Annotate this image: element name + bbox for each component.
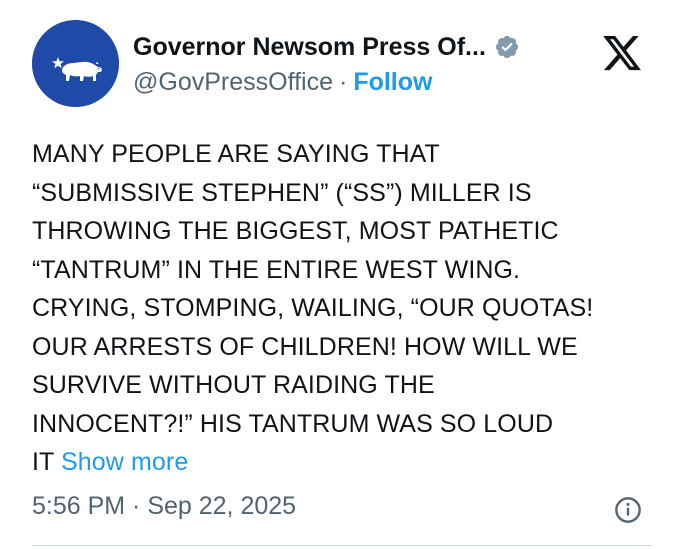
tweet-embed-card: Governor Newsom Press Of... @GovPressOff… (0, 0, 684, 549)
x-logo-icon[interactable] (600, 32, 644, 74)
california-bear-flag-icon (32, 20, 119, 107)
tweet-text-line: SURVIVE WITHOUT RAIDING THE (32, 371, 435, 399)
tweet-text-line: IT (32, 448, 54, 476)
tweet-text-line: MANY PEOPLE ARE SAYING THAT (32, 140, 440, 168)
divider (32, 545, 652, 546)
tweet-text-line: INNOCENT?!” HIS TANTRUM WAS SO LOUD (32, 409, 554, 438)
handle[interactable]: @GovPressOffice (133, 68, 333, 97)
tweet-timestamp[interactable]: 5:56 PM · Sep 22, 2025 (32, 492, 296, 521)
verified-badge-icon (495, 35, 519, 59)
handle-row: @GovPressOffice · Follow (133, 68, 520, 97)
tweet-text-line: “SUBMISSIVE STEPHEN” (“SS”) MILLER IS (32, 178, 532, 207)
separator-dot: · (338, 68, 348, 96)
tweet-text: MANY PEOPLE ARE SAYING THAT “SUBMISSIVE … (32, 135, 657, 482)
display-name-row: Governor Newsom Press Of... (133, 30, 520, 64)
tweet-text-line: OUR ARRESTS OF CHILDREN! HOW WILL WE (32, 332, 578, 361)
display-name[interactable]: Governor Newsom Press Of... (133, 33, 486, 62)
follow-button[interactable]: Follow (353, 68, 432, 97)
tweet-text-line: “TANTRUM” IN THE ENTIRE WEST WING. (32, 255, 521, 284)
tweet-text-line: CRYING, STOMPING, WAILING, “OUR QUOTAS! (32, 294, 594, 322)
info-icon[interactable] (614, 496, 642, 524)
tweet-text-last-line: IT Show more (32, 443, 657, 482)
account-names: Governor Newsom Press Of... @GovPressOff… (133, 30, 520, 97)
tweet-header: Governor Newsom Press Of... @GovPressOff… (32, 20, 652, 116)
show-more-link[interactable]: Show more (61, 448, 188, 476)
avatar[interactable] (32, 20, 119, 107)
tweet-text-line: THROWING THE BIGGEST, MOST PATHETIC (32, 217, 559, 245)
